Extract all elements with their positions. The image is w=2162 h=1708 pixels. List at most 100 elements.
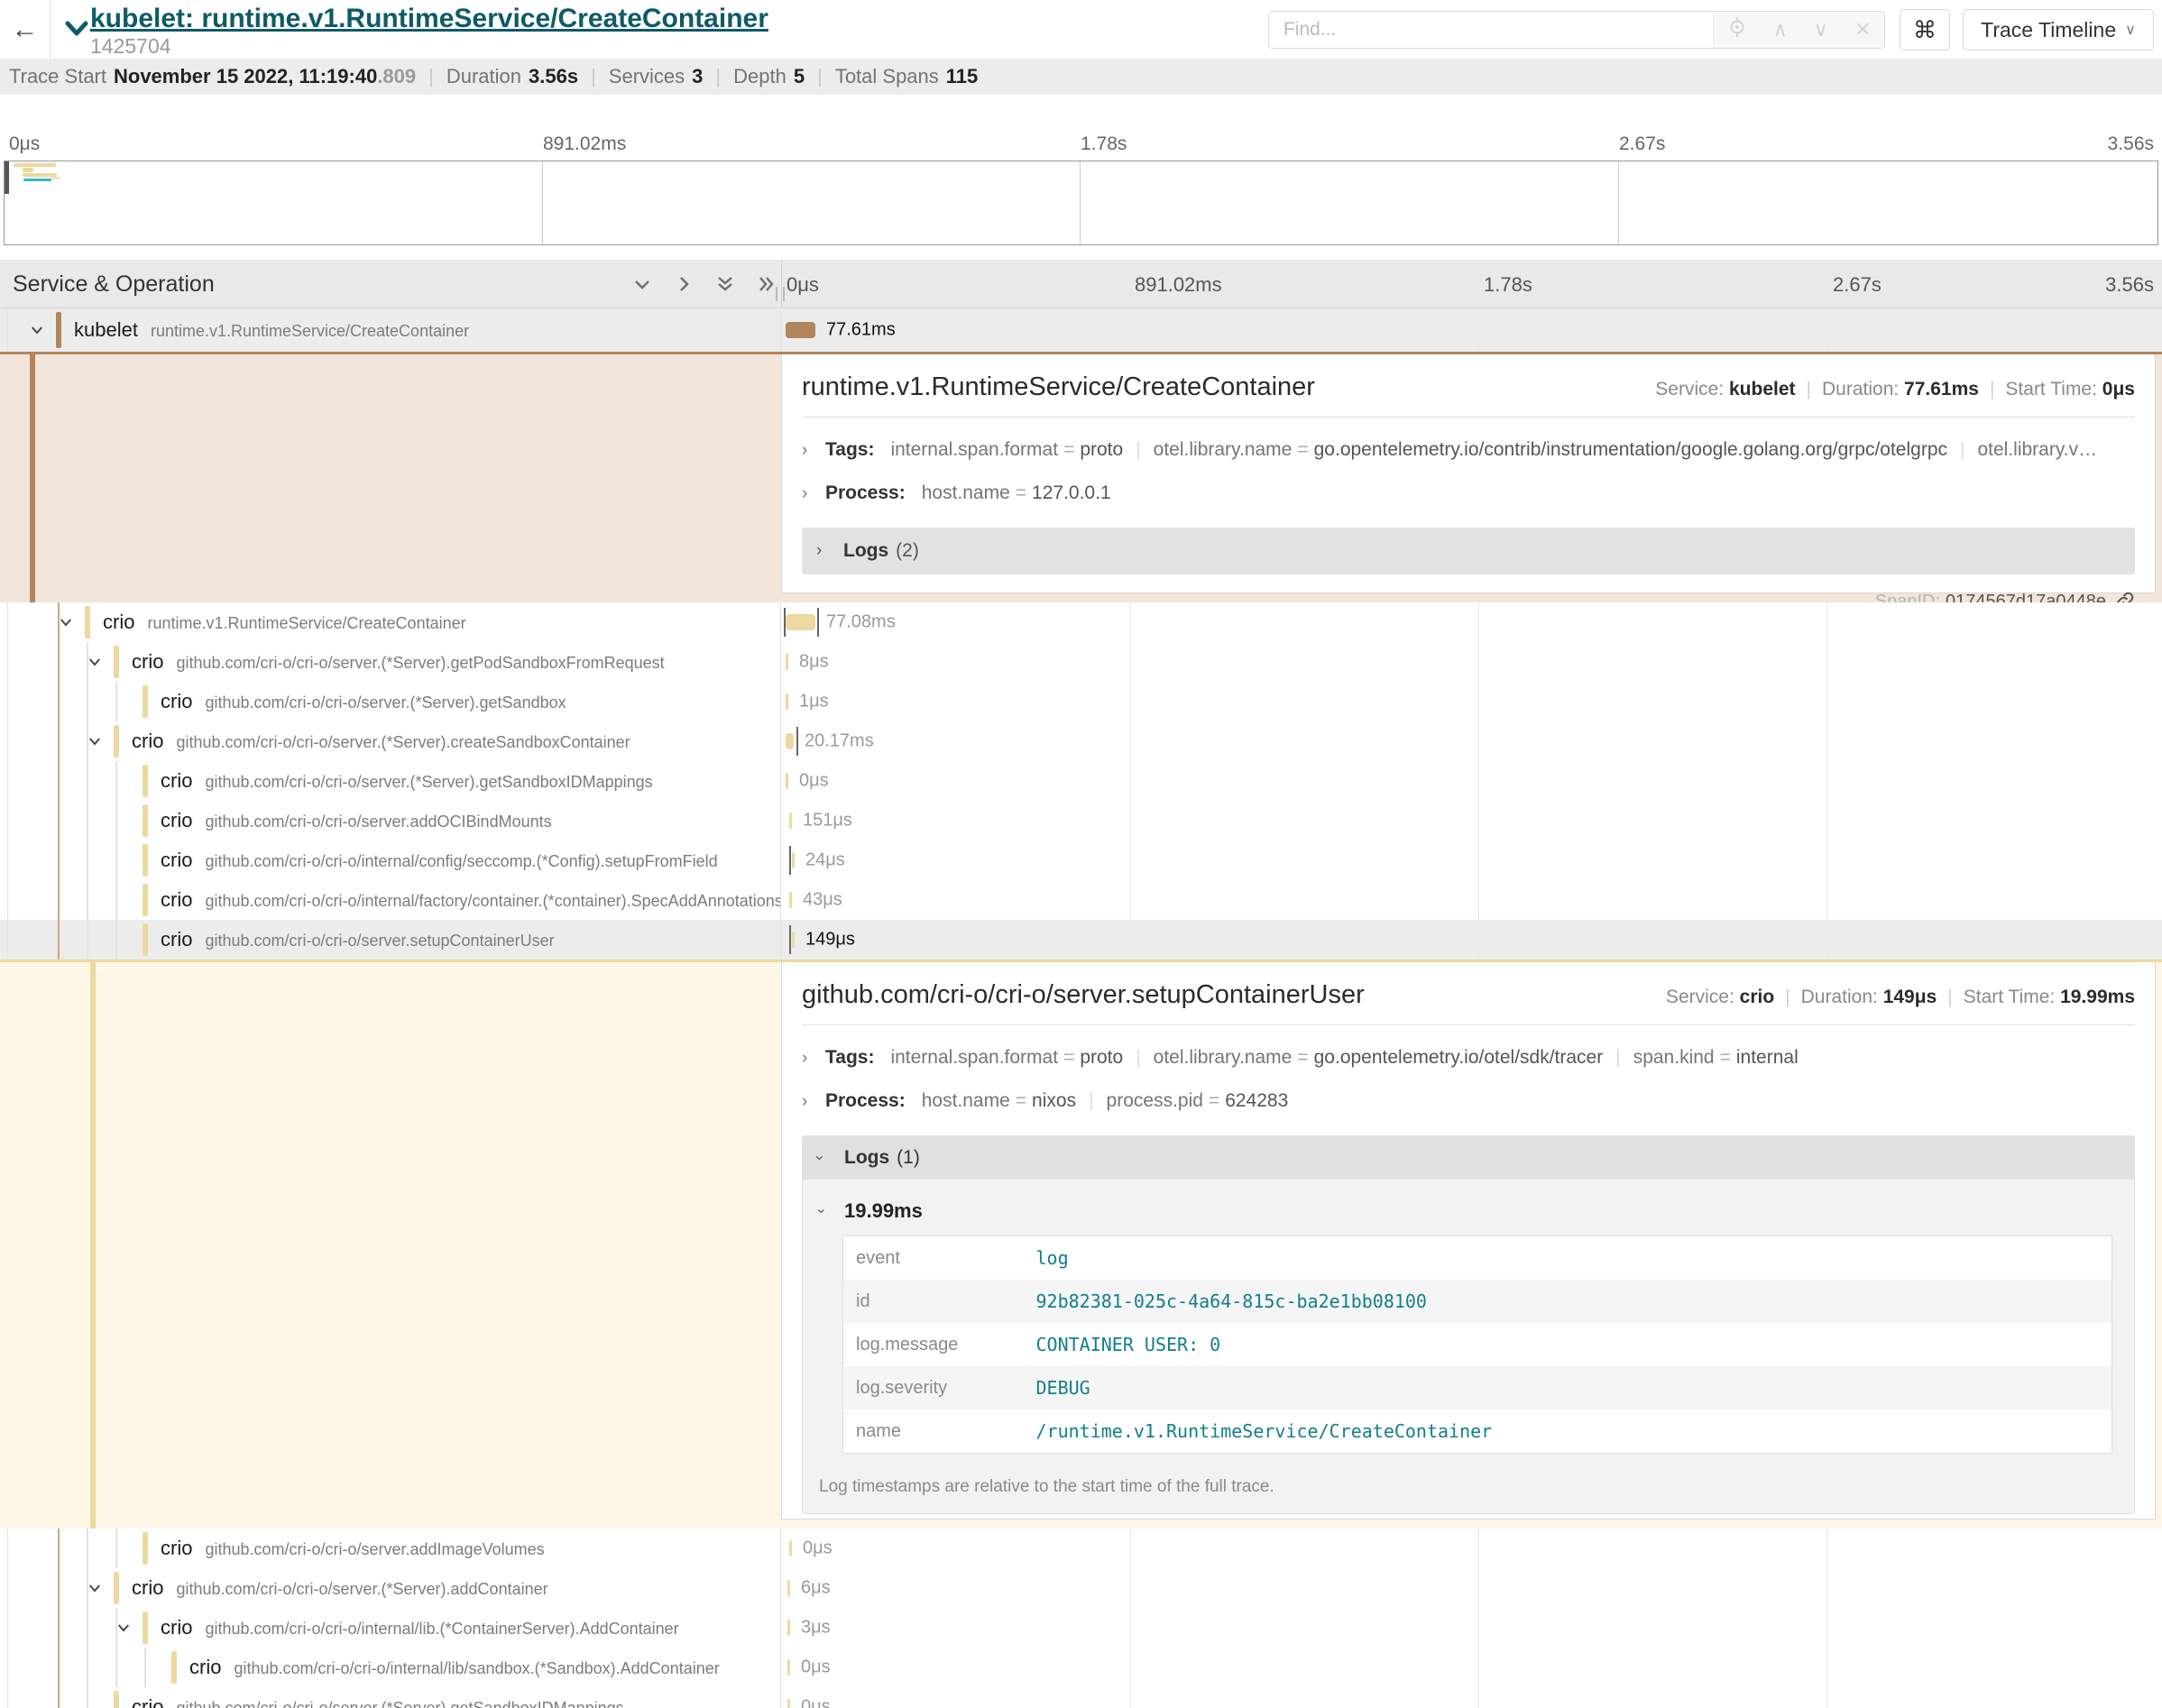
span-row[interactable]: criogithub.com/cri-o/cri-o/internal/conf… [0, 840, 2162, 880]
span-row[interactable]: kubeletruntime.v1.RuntimeService/CreateC… [0, 308, 2162, 352]
indent-guide [115, 1648, 117, 1687]
logs-header[interactable]: ›Logs(1) [803, 1136, 2134, 1180]
find-input[interactable] [1269, 12, 1713, 48]
minimap-tick: 2.67s [1619, 133, 1665, 155]
span-row[interactable]: criogithub.com/cri-o/cri-o/internal/lib/… [0, 1648, 2162, 1687]
trace-view-dropdown[interactable]: Trace Timeline ∨ [1963, 9, 2154, 51]
span-service-color-bar [143, 884, 148, 916]
trace-minimap[interactable] [4, 161, 2158, 245]
span-row[interactable]: criogithub.com/cri-o/cri-o/server.addIma… [0, 1529, 2162, 1568]
indent-guide [87, 801, 88, 840]
collapse-all-double-chevron-down-icon[interactable] [714, 273, 736, 299]
logs-count: (2) [896, 540, 919, 562]
span-timeline-cell: 3μs [782, 1608, 2162, 1648]
indent-guide [87, 1687, 88, 1708]
row-expand-chevron-down-icon[interactable] [115, 1620, 132, 1640]
timeline-gridline [1478, 1687, 1479, 1708]
log-field-value[interactable]: 92b82381-025c-4a64-815c-ba2e1bb08100 [1024, 1280, 2112, 1323]
find-prev-chevron-up-icon[interactable]: ∧ [1773, 18, 1788, 41]
log-field-value[interactable]: DEBUG [1024, 1366, 2112, 1410]
span-name-cell: criogithub.com/cri-o/cri-o/internal/lib/… [0, 1648, 781, 1687]
timeline-gridline [1130, 721, 1131, 761]
indent-guide [58, 880, 60, 920]
span-duration-bar [787, 1699, 790, 1708]
expand-one-chevron-right-icon[interactable] [673, 273, 695, 299]
locate-icon[interactable] [1727, 17, 1747, 42]
summary-item: Depth 5 [733, 65, 805, 88]
log-field-value[interactable]: log [1024, 1236, 2112, 1281]
tag-item[interactable]: span.kind=internal [1633, 1047, 1799, 1069]
minimap-span-bar [23, 168, 33, 172]
row-expand-chevron-down-icon[interactable] [58, 614, 74, 635]
timeline-gridline [1130, 1529, 1131, 1568]
column-resize-grip[interactable] [776, 287, 785, 301]
row-expand-chevron-down-icon[interactable] [29, 322, 45, 343]
span-name-cell: criogithub.com/cri-o/cri-o/server.addOCI… [0, 801, 781, 840]
tag-item[interactable]: internal.span.format=proto [890, 439, 1123, 461]
expand-all-double-chevron-right-icon[interactable] [756, 273, 777, 299]
log-field-value[interactable]: CONTAINER USER: 0 [1024, 1323, 2112, 1366]
row-gutter-line [7, 642, 8, 682]
span-service-color-bar [143, 804, 148, 837]
span-duration-label: 151μs [803, 811, 852, 831]
find-clear-close-icon[interactable]: ✕ [1854, 18, 1871, 41]
tag-item[interactable]: process.pid=624283 [1107, 1090, 1289, 1112]
tag-item[interactable]: otel.library.name=go.opentelemetry.io/co… [1154, 439, 1947, 461]
collapse-one-chevron-down-icon[interactable] [631, 273, 653, 299]
span-row[interactable]: criogithub.com/cri-o/cri-o/server.addOCI… [0, 801, 2162, 840]
row-expand-chevron-down-icon[interactable] [87, 1580, 103, 1601]
span-row[interactable]: criogithub.com/cri-o/cri-o/server.(*Serv… [0, 721, 2162, 761]
span-row[interactable]: crioruntime.v1.RuntimeService/CreateCont… [0, 602, 2162, 642]
span-name-cell: criogithub.com/cri-o/cri-o/internal/lib.… [0, 1608, 781, 1648]
span-row[interactable]: criogithub.com/cri-o/cri-o/server.(*Serv… [0, 682, 2162, 721]
trace-title-chevron-down-icon[interactable] [65, 20, 88, 42]
tag-item[interactable]: internal.span.format=proto [890, 1047, 1123, 1069]
span-name-cell: criogithub.com/cri-o/cri-o/internal/fact… [0, 880, 781, 920]
tag-item[interactable]: otel.library.v… [1977, 439, 2097, 461]
find-box: ∧ ∨ ✕ [1268, 11, 1885, 49]
tag-item[interactable]: otel.library.name=go.opentelemetry.io/ot… [1154, 1047, 1604, 1069]
back-button[interactable]: ← [0, 0, 51, 59]
timeline-gridline [1478, 682, 1479, 721]
row-gutter-line [7, 1648, 8, 1687]
span-duration-bar [792, 932, 795, 948]
span-timeline-cell: 151μs [782, 801, 2162, 840]
span-row[interactable]: criogithub.com/cri-o/cri-o/server.(*Serv… [0, 1568, 2162, 1608]
indent-guide [115, 840, 117, 880]
log-field-row: eventlog [843, 1236, 2112, 1281]
span-row[interactable]: criogithub.com/cri-o/cri-o/server.setupC… [0, 920, 2162, 960]
keyboard-shortcuts-button[interactable]: ⌘ [1900, 9, 1950, 51]
span-row[interactable]: criogithub.com/cri-o/cri-o/internal/lib.… [0, 1608, 2162, 1648]
span-row[interactable]: criogithub.com/cri-o/cri-o/internal/fact… [0, 880, 2162, 920]
row-gutter-line [7, 801, 8, 840]
minimap-drag-handle[interactable] [5, 161, 9, 194]
span-row[interactable]: criogithub.com/cri-o/cri-o/server.(*Serv… [0, 642, 2162, 682]
span-service-color-bar [171, 1651, 177, 1684]
tag-item[interactable]: host.name=nixos [922, 1090, 1076, 1112]
tags-accordion[interactable]: ›Tags:internal.span.format=proto|otel.li… [802, 439, 2135, 461]
span-detail-card: github.com/cri-o/cri-o/server.setupConta… [781, 962, 2156, 1520]
span-timeline-cell: 20.17ms [782, 721, 2162, 761]
logs-accordion-collapsed[interactable]: ›Logs(2) [802, 528, 2135, 574]
span-row[interactable]: criogithub.com/cri-o/cri-o/server.(*Serv… [0, 761, 2162, 801]
timeline-gridline [1478, 920, 1479, 960]
tags-label: Tags: [825, 439, 874, 461]
row-expand-chevron-down-icon[interactable] [87, 733, 103, 754]
span-name-cell: crioruntime.v1.RuntimeService/CreateCont… [0, 602, 781, 642]
indent-guide [144, 1648, 146, 1687]
trace-title-link[interactable]: kubelet: runtime.v1.RuntimeService/Creat… [90, 4, 768, 34]
timeline-gridline [1478, 880, 1479, 920]
process-accordion[interactable]: ›Process:host.name=nixos|process.pid=624… [802, 1090, 2135, 1112]
chevron-down-icon: › [817, 1149, 844, 1167]
find-controls: ∧ ∨ ✕ [1713, 12, 1884, 48]
log-field-value[interactable]: /runtime.v1.RuntimeService/CreateContain… [1024, 1410, 2112, 1454]
minimap-tick: 891.02ms [543, 133, 626, 155]
row-expand-chevron-down-icon[interactable] [87, 654, 103, 675]
find-next-chevron-down-icon[interactable]: ∨ [1814, 18, 1828, 41]
tags-accordion[interactable]: ›Tags:internal.span.format=proto|otel.li… [802, 1047, 2135, 1069]
tag-item[interactable]: host.name=127.0.0.1 [922, 482, 1111, 504]
span-row[interactable]: criogithub.com/cri-o/cri-o/server.(*Serv… [0, 1687, 2162, 1708]
span-duration-label: 20.17ms [805, 731, 874, 752]
process-accordion[interactable]: ›Process:host.name=127.0.0.1 [802, 482, 2135, 504]
log-entry-timestamp[interactable]: ›19.99ms [803, 1180, 2134, 1235]
